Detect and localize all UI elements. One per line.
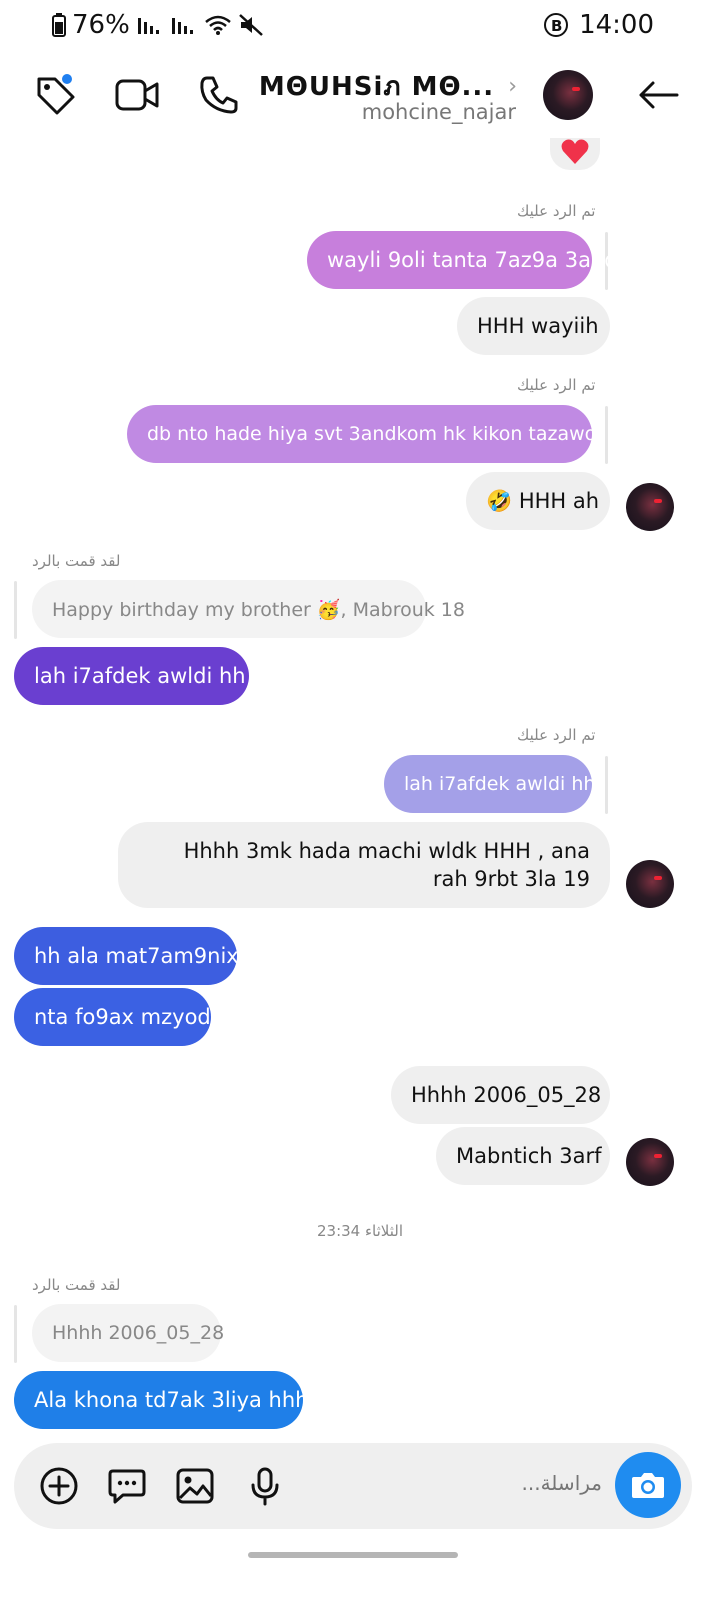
status-left: 76% bbox=[52, 10, 264, 40]
message-bubble[interactable]: 🤣 HHH ah bbox=[466, 472, 610, 530]
reply-label: تم الرد عليك bbox=[517, 202, 596, 220]
message-bubble[interactable]: Hhhh 2006_05_28 bbox=[391, 1066, 610, 1124]
message-bubble[interactable]: Ala khona td7ak 3liya hhh bbox=[14, 1371, 308, 1429]
video-icon bbox=[115, 79, 159, 111]
quoted-message[interactable]: Hhhh 2006_05_28 bbox=[32, 1304, 224, 1362]
message-bubble[interactable]: lah i7afdek awldi hh bbox=[14, 647, 249, 705]
mute-icon bbox=[238, 13, 264, 37]
status-time: 14:00 bbox=[579, 10, 654, 40]
message-bubble[interactable]: nta fo9ax mzyod bbox=[14, 988, 211, 1046]
message-input[interactable] bbox=[422, 1471, 602, 1495]
reply-line bbox=[605, 756, 608, 814]
contact-avatar-small[interactable] bbox=[626, 1138, 674, 1186]
voice-call-button[interactable] bbox=[194, 70, 244, 120]
reaction-heart bbox=[550, 138, 600, 170]
message-bubble[interactable]: Mabntich 3arf bbox=[436, 1127, 610, 1185]
tag-button[interactable] bbox=[30, 70, 80, 120]
status-bar: 76% B 14:00 bbox=[0, 0, 720, 50]
add-button[interactable] bbox=[36, 1463, 82, 1509]
home-indicator[interactable] bbox=[248, 1552, 458, 1558]
signal-icon-2 bbox=[170, 14, 198, 36]
video-call-button[interactable] bbox=[112, 70, 162, 120]
wifi-icon bbox=[204, 14, 232, 36]
chat-bubble-icon bbox=[108, 1469, 146, 1504]
message-bubble[interactable]: HHH wayiih bbox=[457, 297, 610, 355]
camera-icon bbox=[632, 1473, 664, 1498]
reply-label: تم الرد عليك bbox=[517, 376, 596, 394]
bixby-icon: B bbox=[543, 12, 569, 38]
plus-circle-icon bbox=[40, 1467, 78, 1505]
message-composer bbox=[14, 1443, 692, 1529]
battery-percent: 76% bbox=[72, 10, 130, 40]
image-icon bbox=[176, 1468, 214, 1504]
reply-line bbox=[14, 581, 17, 639]
reply-label: لقد قمت بالرد bbox=[32, 1276, 121, 1294]
reply-label: لقد قمت بالرد bbox=[32, 552, 121, 570]
reply-line bbox=[14, 1305, 17, 1363]
chevron-right-icon: › bbox=[508, 74, 518, 99]
signal-icon bbox=[136, 14, 164, 36]
phone-icon bbox=[200, 76, 238, 114]
gallery-button[interactable] bbox=[172, 1463, 218, 1509]
svg-text:B: B bbox=[551, 17, 562, 35]
battery-icon bbox=[52, 13, 66, 37]
back-button[interactable] bbox=[634, 70, 684, 120]
microphone-icon bbox=[251, 1467, 279, 1506]
chat-header: MΘUHSiภ MΘ... › mohcine_najar bbox=[0, 52, 720, 142]
message-bubble[interactable]: db nto hade hiya svt 3andkom hk kikon ta… bbox=[127, 405, 644, 463]
reply-label: تم الرد عليك bbox=[517, 726, 596, 744]
message-bubble[interactable]: hh ala mat7am9nix bbox=[14, 927, 239, 985]
camera-button[interactable] bbox=[615, 1452, 681, 1518]
message-bubble[interactable]: Hhhh 3mk hada machi wldk HHH , ana rah 9… bbox=[118, 822, 610, 908]
voice-message-button[interactable] bbox=[242, 1463, 288, 1509]
message-bubble[interactable]: wayli 9oli tanta 7az9a 3andek bbox=[307, 231, 643, 289]
notification-dot bbox=[60, 72, 74, 86]
arrow-left-icon bbox=[639, 81, 679, 109]
contact-avatar-small[interactable] bbox=[626, 483, 674, 531]
heart-icon bbox=[561, 139, 589, 164]
date-separator: الثلاثاء 23:34 bbox=[316, 1222, 403, 1240]
contact-username: mohcine_najar bbox=[361, 100, 516, 124]
message-bubble[interactable]: lah i7afdek awldi hh bbox=[384, 755, 595, 813]
sticker-button[interactable] bbox=[104, 1463, 150, 1509]
contact-avatar-small[interactable] bbox=[626, 860, 674, 908]
status-right: B 14:00 bbox=[543, 10, 654, 40]
quoted-message[interactable]: Happy birthday my brother 🥳, Mabrouk 18 bbox=[32, 580, 465, 638]
contact-avatar[interactable] bbox=[543, 70, 593, 120]
